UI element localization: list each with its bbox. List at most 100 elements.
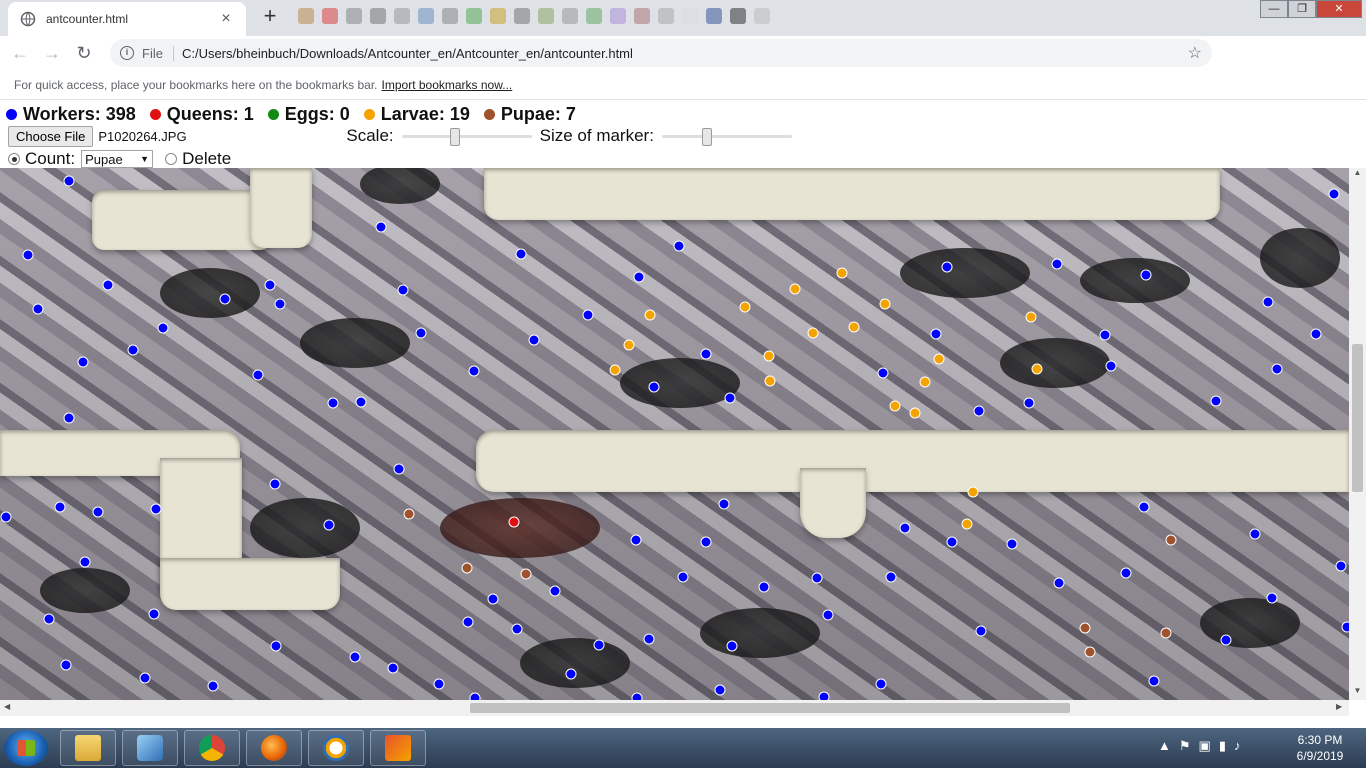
worker-marker[interactable] (930, 328, 942, 340)
url-text[interactable]: C:/Users/bheinbuch/Downloads/Antcounter_… (182, 46, 1188, 61)
worker-marker[interactable] (63, 175, 75, 187)
scale-slider[interactable] (401, 128, 532, 146)
larva-marker[interactable] (967, 486, 979, 498)
worker-marker[interactable] (1271, 363, 1283, 375)
worker-marker[interactable] (643, 633, 655, 645)
larva-marker[interactable] (961, 518, 973, 530)
worker-marker[interactable] (1341, 621, 1349, 633)
worker-marker[interactable] (79, 556, 91, 568)
worker-marker[interactable] (724, 392, 736, 404)
worker-marker[interactable] (77, 356, 89, 368)
worker-marker[interactable] (393, 463, 405, 475)
worker-marker[interactable] (375, 221, 387, 233)
worker-marker[interactable] (387, 662, 399, 674)
larva-marker[interactable] (1025, 311, 1037, 323)
marker-size-slider-thumb[interactable] (701, 128, 712, 146)
worker-marker[interactable] (468, 365, 480, 377)
show-hidden-icons[interactable]: ▲ (1158, 738, 1171, 754)
horizontal-scrollbar[interactable]: ◀ ▶ (0, 700, 1349, 716)
horizontal-scroll-thumb[interactable] (470, 703, 1070, 713)
worker-marker[interactable] (941, 261, 953, 273)
worker-marker[interactable] (718, 498, 730, 510)
worker-marker[interactable] (726, 640, 738, 652)
worker-marker[interactable] (1140, 269, 1152, 281)
worker-marker[interactable] (593, 639, 605, 651)
worker-marker[interactable] (1266, 592, 1278, 604)
worker-marker[interactable] (1249, 528, 1261, 540)
worker-marker[interactable] (885, 571, 897, 583)
larva-marker[interactable] (879, 298, 891, 310)
worker-marker[interactable] (822, 609, 834, 621)
delete-radio[interactable] (165, 153, 178, 165)
worker-marker[interactable] (60, 659, 72, 671)
worker-marker[interactable] (264, 279, 276, 291)
worker-marker[interactable] (1006, 538, 1018, 550)
worker-marker[interactable] (397, 284, 409, 296)
info-icon[interactable]: i (120, 46, 134, 60)
worker-marker[interactable] (415, 327, 427, 339)
worker-marker[interactable] (1310, 328, 1322, 340)
scroll-down-icon[interactable]: ▼ (1349, 686, 1366, 700)
volume-icon[interactable]: ♪ (1234, 738, 1241, 754)
worker-marker[interactable] (673, 240, 685, 252)
worker-marker[interactable] (207, 680, 219, 692)
worker-marker[interactable] (1262, 296, 1274, 308)
worker-marker[interactable] (0, 511, 12, 523)
maximize-button[interactable]: ❐ (1288, 0, 1316, 18)
worker-marker[interactable] (349, 651, 361, 663)
larva-marker[interactable] (807, 327, 819, 339)
worker-marker[interactable] (269, 478, 281, 490)
pupa-marker[interactable] (403, 508, 415, 520)
larva-marker[interactable] (836, 267, 848, 279)
start-button[interactable] (4, 730, 48, 766)
taskbar-firefox[interactable] (246, 730, 302, 766)
taskbar-vpn[interactable] (308, 730, 364, 766)
worker-marker[interactable] (515, 248, 527, 260)
taskbar-explorer[interactable] (60, 730, 116, 766)
worker-marker[interactable] (32, 303, 44, 315)
worker-marker[interactable] (1023, 397, 1035, 409)
worker-marker[interactable] (327, 397, 339, 409)
worker-marker[interactable] (148, 608, 160, 620)
larva-marker[interactable] (909, 407, 921, 419)
ant-photo-canvas[interactable] (0, 168, 1349, 700)
pupa-marker[interactable] (1160, 627, 1172, 639)
taskbar-chrome[interactable] (184, 730, 240, 766)
worker-marker[interactable] (219, 293, 231, 305)
larva-marker[interactable] (933, 353, 945, 365)
worker-marker[interactable] (582, 309, 594, 321)
worker-marker[interactable] (818, 691, 830, 700)
worker-marker[interactable] (1051, 258, 1063, 270)
worker-marker[interactable] (946, 536, 958, 548)
category-select[interactable]: Pupae ▼ (81, 150, 154, 168)
network-signal-icon[interactable]: ▮ (1219, 738, 1226, 754)
worker-marker[interactable] (677, 571, 689, 583)
worker-marker[interactable] (1120, 567, 1132, 579)
worker-marker[interactable] (633, 271, 645, 283)
worker-marker[interactable] (700, 348, 712, 360)
worker-marker[interactable] (528, 334, 540, 346)
worker-marker[interactable] (127, 344, 139, 356)
vertical-scrollbar[interactable]: ▲ ▼ (1349, 168, 1366, 700)
worker-marker[interactable] (630, 534, 642, 546)
worker-marker[interactable] (323, 519, 335, 531)
worker-marker[interactable] (1148, 675, 1160, 687)
worker-marker[interactable] (877, 367, 889, 379)
worker-marker[interactable] (631, 692, 643, 700)
taskbar-office[interactable] (370, 730, 426, 766)
system-clock[interactable]: 6:30 PM 6/9/2019 (1290, 732, 1350, 764)
pupa-marker[interactable] (1084, 646, 1096, 658)
minimize-button[interactable]: — (1260, 0, 1288, 18)
reload-icon[interactable]: ↻ (72, 41, 96, 65)
forward-icon[interactable]: → (40, 41, 64, 65)
new-tab-button[interactable]: + (258, 4, 282, 28)
worker-marker[interactable] (274, 298, 286, 310)
pupa-marker[interactable] (461, 562, 473, 574)
worker-marker[interactable] (714, 684, 726, 696)
window-close-button[interactable]: ✕ (1316, 0, 1362, 18)
pupa-marker[interactable] (1165, 534, 1177, 546)
worker-marker[interactable] (54, 501, 66, 513)
action-center-flag-icon[interactable]: ⚑ (1179, 738, 1191, 754)
worker-marker[interactable] (565, 668, 577, 680)
worker-marker[interactable] (549, 585, 561, 597)
